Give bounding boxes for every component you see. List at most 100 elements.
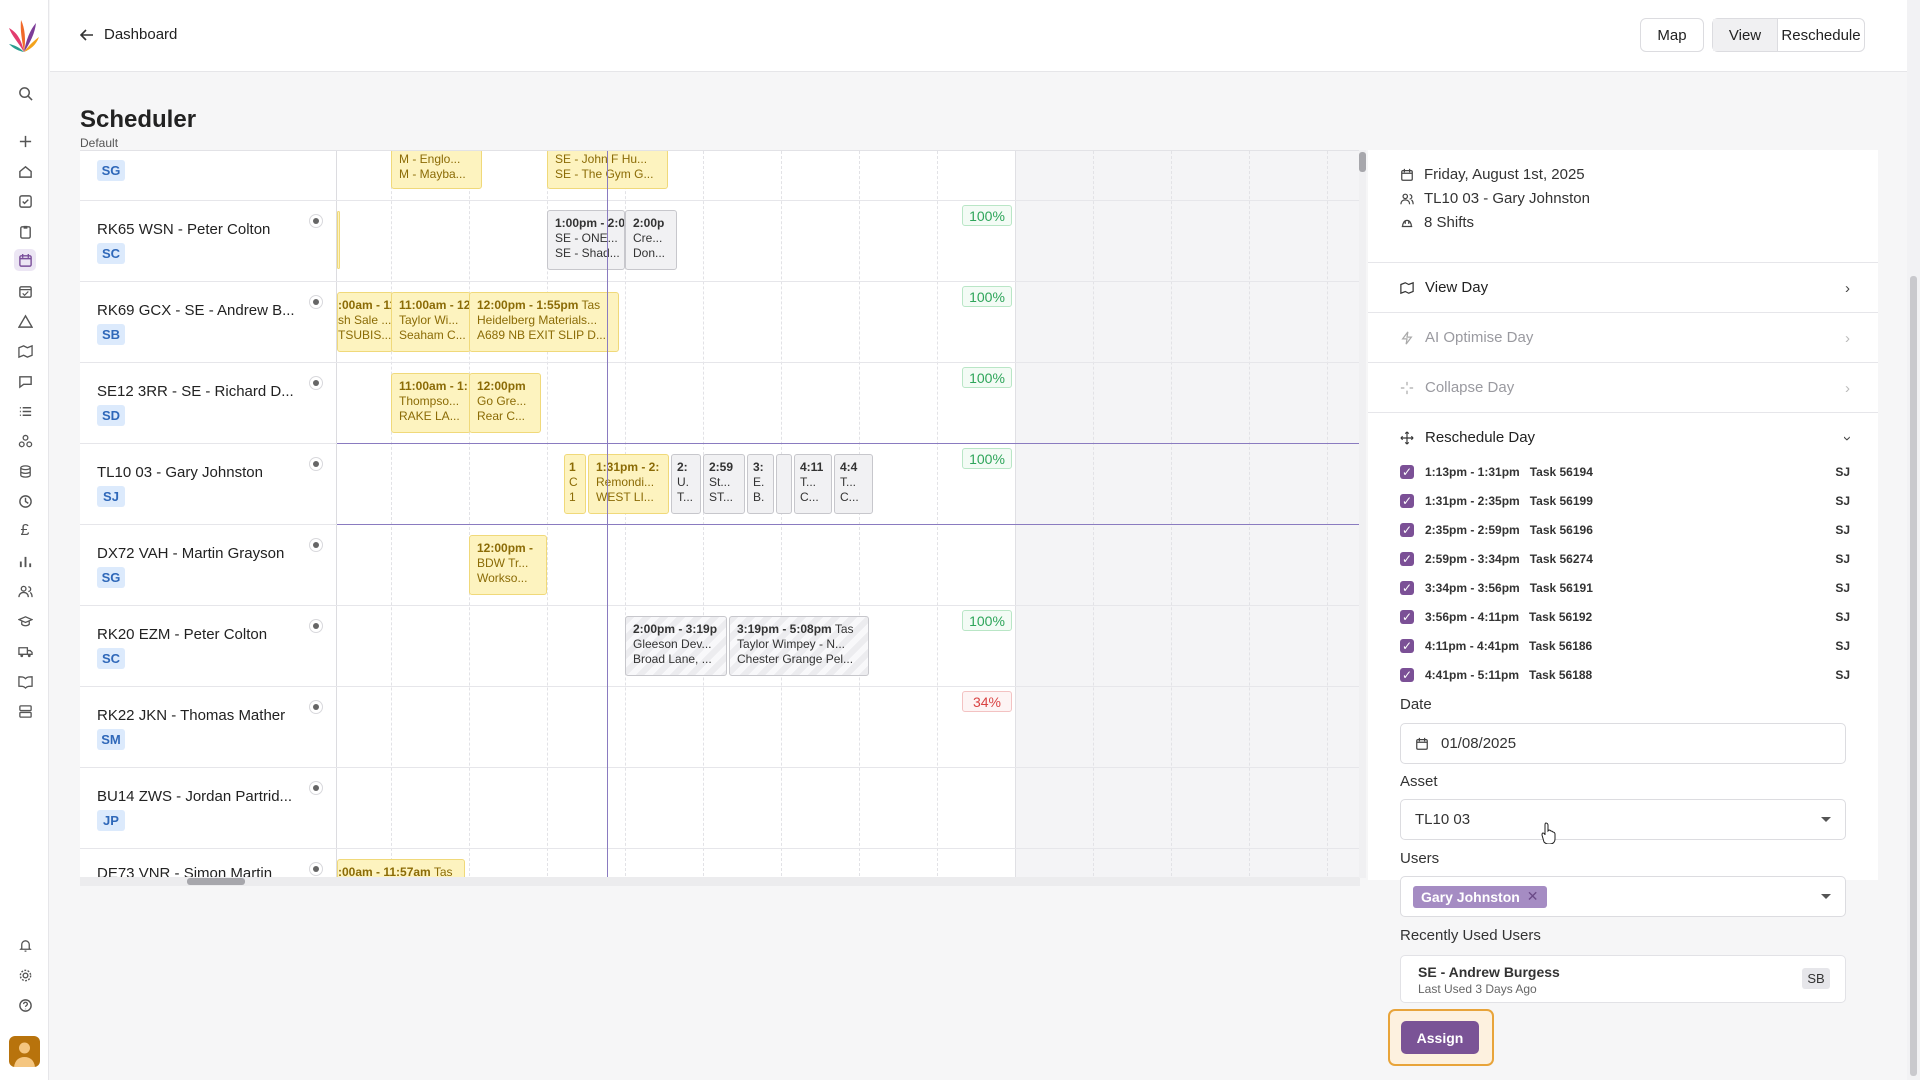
plus-icon[interactable] — [14, 130, 36, 152]
brand-logo-icon[interactable] — [8, 18, 40, 59]
reschedule-task-item[interactable]: ✓ 1:31pm - 2:35pm Task 56199 SJ — [1400, 494, 1850, 508]
resource-row[interactable]: BU14 ZWS - Jordan Partrid... JP — [80, 768, 337, 849]
task-block[interactable] — [337, 211, 340, 269]
task-block[interactable]: 4:11 T... C... — [794, 454, 832, 514]
resource-row[interactable]: RK20 EZM - Peter Colton SC — [80, 606, 337, 687]
task-block[interactable]: 11:00am - 12 Taylor Wi... Seaham C... — [391, 292, 471, 352]
reschedule-task-item[interactable]: ✓ 1:13pm - 1:31pm Task 56194 SJ — [1400, 465, 1850, 479]
page-scrollbar[interactable] — [1907, 0, 1920, 1080]
ai-optimise-day-action[interactable]: AI Optimise Day › — [1400, 329, 1850, 347]
scrollbar-thumb[interactable] — [1359, 152, 1366, 172]
resource-row[interactable]: SG — [80, 151, 337, 201]
reschedule-task-item[interactable]: ✓ 3:34pm - 3:56pm Task 56191 SJ — [1400, 581, 1850, 595]
horizontal-scrollbar[interactable] — [80, 877, 1360, 886]
resource-row[interactable]: RK22 JKN - Thomas Mather SM — [80, 687, 337, 768]
checkbox-checked-icon: ✓ — [1400, 465, 1414, 479]
scrollbar-thumb[interactable] — [187, 878, 245, 885]
reschedule-button[interactable]: Reschedule — [1778, 27, 1864, 44]
remove-chip-icon[interactable]: ✕ — [1527, 888, 1539, 905]
task-block[interactable]: 1:00pm - 2:0 SE - ONE... SE - Shad... — [547, 210, 625, 270]
back-to-dashboard-link[interactable]: Dashboard — [80, 26, 177, 43]
resource-row[interactable]: DE73 VNR - Simon Martin — [80, 849, 337, 880]
asset-select[interactable]: TL10 03 — [1400, 799, 1846, 840]
task-block[interactable]: 2: U. T... — [671, 454, 701, 514]
user-initials-badge: SB — [97, 324, 125, 345]
user-initials-badge: SC — [97, 648, 125, 669]
checklist-icon[interactable] — [14, 190, 36, 212]
resource-row[interactable]: DX72 VAH - Martin Grayson SG — [80, 525, 337, 606]
clipboard-icon[interactable] — [14, 220, 36, 242]
task-block[interactable]: 2:00pm - 3:19p Gleeson Dev... Broad Lane, … — [625, 616, 727, 676]
truck-icon[interactable] — [14, 640, 36, 662]
users-select[interactable]: Gary Johnston ✕ — [1400, 876, 1846, 917]
task-block[interactable]: 3: E. B. — [747, 454, 774, 514]
clock-icon[interactable] — [14, 490, 36, 512]
status-dot[interactable] — [309, 538, 323, 552]
status-dot[interactable] — [309, 295, 323, 309]
task-block[interactable]: 1:31pm - 2: Remondi... WEST LI... — [588, 454, 669, 514]
list-icon[interactable] — [14, 400, 36, 422]
status-dot[interactable] — [309, 619, 323, 633]
help-icon[interactable] — [14, 994, 36, 1016]
settings-gear-icon[interactable] — [14, 964, 36, 986]
bar-chart-icon[interactable] — [14, 550, 36, 572]
view-day-action[interactable]: View Day › — [1400, 279, 1850, 297]
task-block[interactable]: 12:00pm Go Gre... Rear C... — [469, 373, 541, 433]
modules-icon[interactable] — [14, 430, 36, 452]
task-block[interactable]: 4:4 T... C... — [834, 454, 873, 514]
task-block[interactable]: 3:19pm - 5:08pm Tas Taylor Wimpey - N... C… — [729, 616, 869, 676]
resource-row[interactable]: RK69 GCX - SE - Andrew B... SB — [80, 282, 337, 363]
book-icon[interactable] — [14, 670, 36, 692]
user-initials-badge: SM — [97, 729, 125, 750]
scrollbar-thumb[interactable] — [1910, 276, 1917, 1076]
map-button[interactable]: Map — [1640, 18, 1704, 52]
view-button[interactable]: View — [1713, 19, 1778, 51]
bell-icon[interactable] — [14, 934, 36, 956]
chat-icon[interactable] — [14, 370, 36, 392]
status-dot[interactable] — [309, 376, 323, 390]
vertical-scrollbar[interactable] — [1359, 150, 1366, 878]
hand-cursor-icon — [1541, 822, 1556, 844]
pound-icon[interactable]: £ — [14, 520, 36, 542]
users-icon[interactable] — [14, 580, 36, 602]
task-block[interactable]: 2:00p Cre... Don... — [625, 210, 677, 270]
task-block[interactable]: 1C1 — [564, 454, 586, 514]
calendar-check-icon[interactable] — [14, 280, 36, 302]
resource-row[interactable]: TL10 03 - Gary Johnston SJ — [80, 444, 337, 525]
storage-icon[interactable] — [14, 700, 36, 722]
status-dot[interactable] — [309, 781, 323, 795]
graduation-cap-icon[interactable] — [14, 610, 36, 632]
task-block[interactable]: :00am - 11 sh Sale ... TSUBIS... — [337, 292, 393, 352]
home-icon[interactable] — [14, 160, 36, 182]
reschedule-task-item[interactable]: ✓ 3:56pm - 4:11pm Task 56192 SJ — [1400, 610, 1850, 624]
checkbox-checked-icon: ✓ — [1400, 610, 1414, 624]
database-icon[interactable] — [14, 460, 36, 482]
reschedule-day-action[interactable]: Reschedule Day › — [1400, 429, 1856, 446]
collapse-day-action[interactable]: Collapse Day › — [1400, 379, 1850, 397]
calendar-icon[interactable] — [14, 249, 36, 271]
task-block[interactable]: 12:00pm - 1:55pm Tas Heidelberg Materials… — [469, 292, 619, 352]
task-block[interactable]: 11:00am - 1: Thompso... RAKE LA... — [391, 373, 471, 433]
warning-icon[interactable] — [14, 310, 36, 332]
user-avatar[interactable] — [9, 1036, 40, 1067]
status-dot[interactable] — [309, 862, 323, 876]
reschedule-task-item[interactable]: ✓ 2:35pm - 2:59pm Task 56196 SJ — [1400, 523, 1850, 537]
assign-button[interactable]: Assign — [1401, 1021, 1479, 1054]
task-block[interactable]: 12:00pm - BDW Tr... Workso... — [469, 535, 547, 595]
date-field[interactable]: 01/08/2025 — [1400, 723, 1846, 764]
reschedule-task-item[interactable]: ✓ 4:11pm - 4:41pm Task 56186 SJ — [1400, 639, 1850, 653]
task-block[interactable]: M - Englo... M - Mayba... — [391, 151, 482, 189]
map-icon[interactable] — [14, 340, 36, 362]
resource-row[interactable]: RK65 WSN - Peter Colton SC — [80, 201, 337, 282]
reschedule-task-item[interactable]: ✓ 2:59pm - 3:34pm Task 56274 SJ — [1400, 552, 1850, 566]
task-block[interactable]: 2:59 St... ST... — [703, 454, 745, 514]
utilisation-badge: 100% — [962, 286, 1012, 307]
reschedule-task-item[interactable]: ✓ 4:41pm - 5:11pm Task 56188 SJ — [1400, 668, 1850, 682]
recent-user-item[interactable]: SE - Andrew Burgess Last Used 3 Days Ago… — [1400, 955, 1846, 1003]
task-block[interactable] — [776, 454, 792, 514]
status-dot[interactable] — [309, 457, 323, 471]
status-dot[interactable] — [309, 214, 323, 228]
search-icon[interactable] — [14, 82, 36, 104]
status-dot[interactable] — [309, 700, 323, 714]
resource-row[interactable]: SE12 3RR - SE - Richard D... SD — [80, 363, 337, 444]
